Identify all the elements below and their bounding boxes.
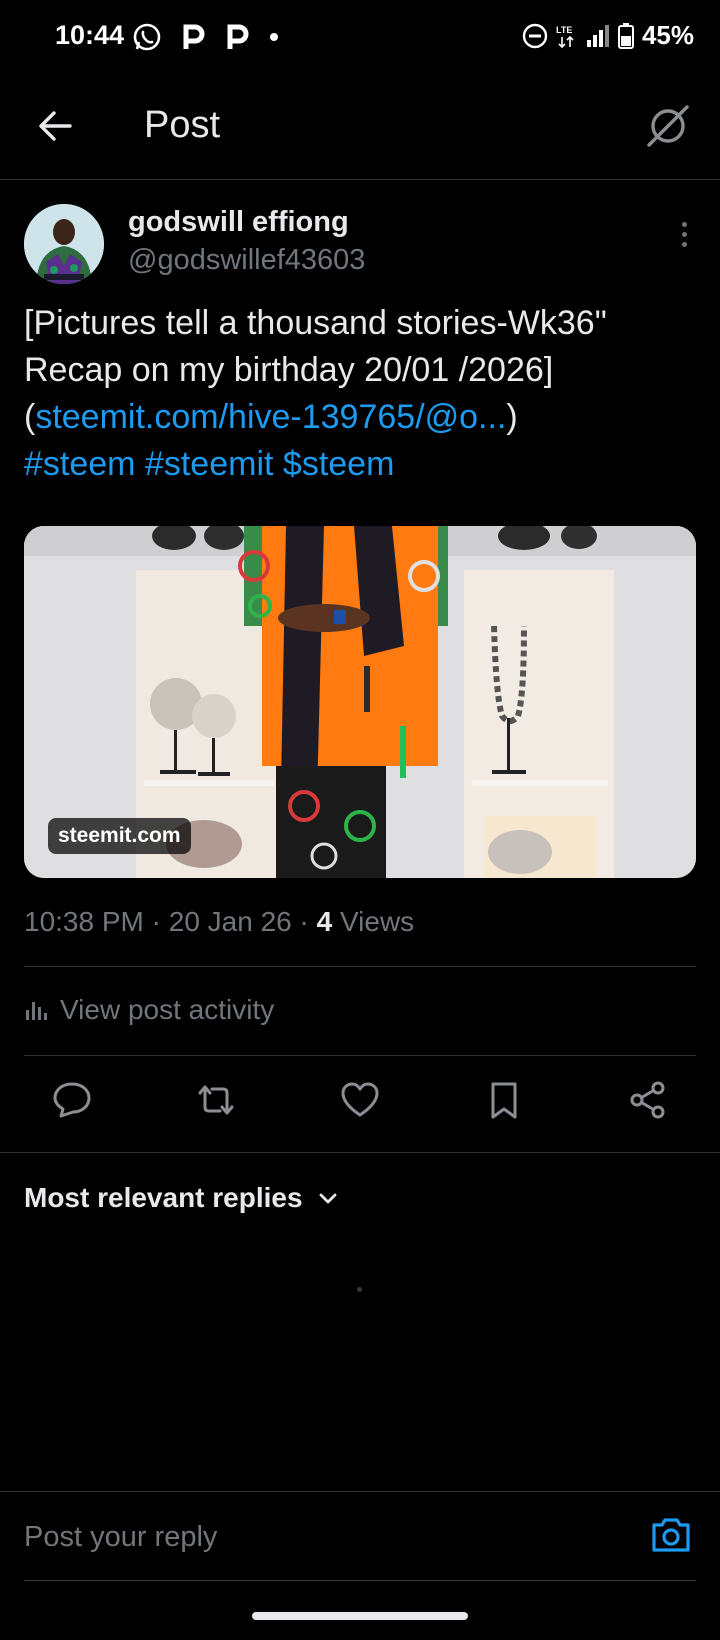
camera-icon [652, 1518, 690, 1552]
more-options-button[interactable] [678, 222, 690, 252]
repost-button[interactable] [192, 1076, 240, 1124]
battery-icon [617, 22, 634, 49]
post-actions-bar [0, 1076, 720, 1132]
avatar[interactable] [24, 204, 104, 284]
divider [24, 1055, 696, 1056]
post-link[interactable]: steemit.com/hive-139765/@o... [35, 398, 506, 436]
home-gesture-bar[interactable] [252, 1612, 468, 1620]
svg-text:LTE: LTE [556, 25, 572, 35]
loading-indicator [357, 1287, 362, 1292]
notification-dot [270, 33, 278, 41]
p-app-icon [227, 24, 249, 49]
meta-separator: · [151, 906, 161, 937]
post-date: 20 Jan 26 [168, 906, 292, 937]
like-icon [341, 1082, 379, 1117]
meta-separator: · [299, 906, 309, 937]
divider [0, 1152, 720, 1153]
preview-domain-label: steemit.com [48, 818, 191, 854]
more-dot [681, 232, 687, 237]
back-button[interactable] [34, 104, 78, 148]
chevron-down-icon [319, 1193, 336, 1204]
hashtag-steemit[interactable]: #steemit [145, 445, 274, 483]
camera-button[interactable] [648, 1512, 694, 1558]
bookmark-icon [491, 1082, 517, 1119]
status-system-icons: LTE 45% [522, 20, 694, 51]
author-name[interactable]: godswill effiong [128, 206, 349, 239]
top-app-bar: Post [0, 86, 720, 180]
more-dot [681, 222, 687, 227]
status-notification-icons [132, 22, 278, 52]
reply-input[interactable] [24, 1514, 584, 1560]
author-handle[interactable]: @godswillef43603 [128, 244, 365, 277]
page-title: Post [144, 104, 221, 146]
views-count: 4 [316, 906, 333, 937]
reply-composer [0, 1491, 720, 1583]
lte-icon: LTE [556, 25, 574, 48]
status-bar: 10:44 LTE 45% [0, 0, 720, 72]
repost-icon [198, 1085, 234, 1115]
arrow-left-icon [39, 111, 72, 141]
replies-sort-dropdown[interactable]: Most relevant replies [24, 1182, 339, 1214]
post-text-close: ) [506, 398, 518, 436]
share-button[interactable] [624, 1076, 672, 1124]
p-app-icon [183, 24, 205, 49]
cashtag-steem[interactable]: $steem [283, 445, 395, 483]
hashtag-steem[interactable]: #steem [24, 445, 136, 483]
view-post-activity-label: View post activity [60, 994, 275, 1025]
reply-icon [53, 1082, 91, 1118]
analytics-icon [26, 1002, 47, 1020]
like-button[interactable] [336, 1076, 384, 1124]
more-dot [681, 242, 687, 247]
reply-button[interactable] [48, 1076, 96, 1124]
grok-button[interactable] [644, 102, 692, 150]
reply-input-underline [24, 1580, 696, 1581]
avatar-photo [24, 204, 104, 284]
link-preview-card[interactable]: steemit.com [24, 526, 696, 878]
signal-icon [586, 24, 609, 47]
replies-sort-label: Most relevant replies [24, 1182, 303, 1213]
battery-percent: 45% [641, 20, 694, 50]
share-icon [630, 1081, 665, 1119]
view-post-activity-link[interactable]: View post activity [24, 994, 274, 1026]
whatsapp-icon [133, 23, 161, 51]
bookmark-button[interactable] [480, 1076, 528, 1124]
divider [24, 966, 696, 967]
status-time: 10:44 [55, 20, 125, 50]
grok-icon [647, 105, 689, 147]
post-meta: 10:38 PM · 20 Jan 26 · 4 Views [24, 906, 414, 938]
dnd-icon [522, 23, 548, 48]
post-text: [Pictures tell a thousand stories-Wk36" … [24, 300, 694, 488]
post-time: 10:38 PM [24, 906, 144, 937]
views-label: Views [340, 906, 415, 937]
